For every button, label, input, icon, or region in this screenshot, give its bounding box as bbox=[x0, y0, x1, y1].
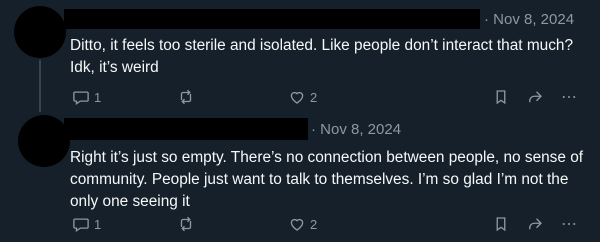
like-count: 2 bbox=[310, 216, 318, 232]
avatar[interactable] bbox=[18, 115, 70, 167]
reply-post[interactable]: · Nov 8, 2024 Right it’s just so empty. … bbox=[0, 0, 600, 242]
redacted-username bbox=[64, 118, 308, 140]
more-icon bbox=[562, 222, 576, 226]
repost-button[interactable] bbox=[177, 213, 195, 235]
reply-icon bbox=[73, 218, 89, 233]
more-options-button[interactable] bbox=[560, 213, 578, 235]
post-text: Right it’s just so empty. There’s no con… bbox=[70, 149, 584, 210]
like-button[interactable]: 2 bbox=[288, 213, 317, 235]
post-timestamp[interactable]: · Nov 8, 2024 bbox=[311, 121, 401, 138]
bookmark-icon bbox=[496, 217, 506, 232]
reply-thread: · Nov 8, 2024 Ditto, it feels too steril… bbox=[0, 0, 600, 242]
reply-button[interactable]: 1 bbox=[72, 213, 101, 235]
action-bar: 1 2 bbox=[64, 213, 594, 235]
bookmark-button[interactable] bbox=[492, 213, 510, 235]
repost-icon bbox=[180, 216, 192, 232]
reply-count: 1 bbox=[94, 216, 102, 232]
share-icon bbox=[529, 218, 542, 230]
share-button[interactable] bbox=[526, 213, 544, 235]
heart-icon bbox=[290, 218, 304, 231]
